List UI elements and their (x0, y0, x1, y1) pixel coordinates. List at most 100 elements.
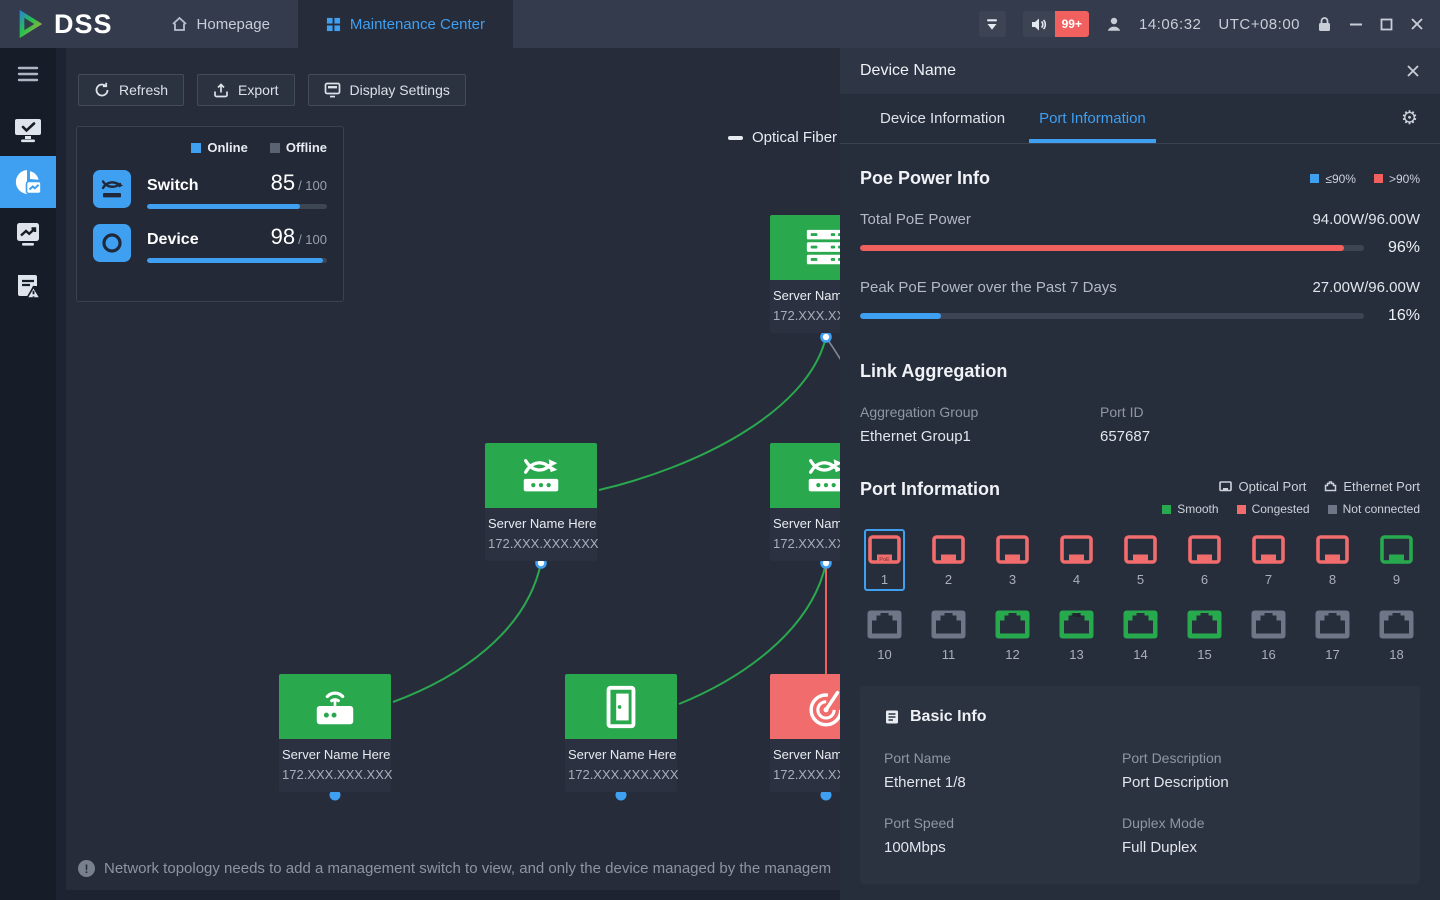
port-17[interactable]: 17 (1312, 604, 1353, 666)
poe-section-header: Poe Power Info ≤90% >90% (860, 168, 1420, 189)
speaker-icon-wrap (1023, 11, 1055, 37)
clock-timezone: UTC+08:00 (1218, 16, 1300, 33)
stat-device-total: / 100 (298, 232, 327, 247)
close-icon[interactable] (1410, 17, 1424, 31)
tab-maintenance-center-label: Maintenance Center (350, 16, 485, 33)
sidebar (0, 48, 56, 900)
device-icon (93, 224, 131, 262)
link-aggregation-fields: Aggregation Group Ethernet Group1 Port I… (860, 404, 1420, 445)
topology-node-switch[interactable]: Server Name Here172.XXX.XXX.XXX (485, 443, 597, 561)
port-16[interactable]: 16 (1248, 604, 1289, 666)
panel-toggle-button[interactable] (979, 11, 1006, 37)
online-swatch (191, 143, 201, 153)
poe-peak-bar (860, 313, 1364, 319)
topology-node-router[interactable]: Server Name Here172.XXX.XXX.XXX (279, 674, 391, 792)
port-11[interactable]: 11 (928, 604, 969, 666)
hamburger-icon (16, 65, 40, 83)
port-10[interactable]: 10 (864, 604, 905, 666)
poe-legend: ≤90% >90% (1310, 172, 1420, 186)
poe-total-label: Total PoE Power (860, 211, 971, 228)
port-8[interactable]: 8 (1312, 529, 1353, 591)
router-icon (279, 674, 391, 739)
duplex-mode-field: Duplex Mode Full Duplex (1122, 815, 1360, 856)
panel-toggle-icon (985, 18, 999, 31)
port-3[interactable]: 3 (992, 529, 1033, 591)
port-number: 1 (866, 572, 903, 587)
port-18[interactable]: 18 (1376, 604, 1417, 666)
poe-peak-percent: 16% (1364, 307, 1420, 325)
poe-peak-label: Peak PoE Power over the Past 7 Days (860, 279, 1117, 296)
minimize-icon[interactable] (1349, 17, 1363, 31)
display-settings-button[interactable]: Display Settings (308, 74, 466, 106)
port-number: 6 (1186, 572, 1223, 587)
lock-icon[interactable] (1317, 16, 1332, 32)
alarm-volume-control[interactable]: 99+ (1023, 11, 1089, 37)
poe-legend-under90: ≤90% (1310, 172, 1356, 186)
node-name: Server Name Here (488, 516, 594, 531)
tab-maintenance-center[interactable]: Maintenance Center (298, 0, 513, 48)
basic-info-row-1: Port Name Ethernet 1/8 Port Description … (884, 750, 1396, 791)
refresh-button[interactable]: Refresh (78, 74, 184, 106)
port-number: 9 (1378, 572, 1415, 587)
panel-title: Device Name (860, 62, 956, 80)
port-1-selected[interactable]: PoE 1 (864, 529, 905, 591)
switch-icon (93, 170, 131, 208)
port-13[interactable]: PoE 13 (1056, 604, 1097, 666)
port-number: 11 (930, 647, 967, 662)
sidebar-item-device-monitor[interactable] (0, 104, 56, 156)
stat-device-value: 98 (271, 224, 295, 250)
refresh-label: Refresh (119, 82, 168, 98)
panel-close-button[interactable] (1406, 64, 1420, 78)
port-9[interactable]: 9 (1376, 529, 1417, 591)
port-6[interactable]: 6 (1184, 529, 1225, 591)
port-15[interactable]: 15 (1184, 604, 1225, 666)
export-icon (213, 82, 229, 98)
svg-text:PoE: PoE (1071, 613, 1082, 619)
port-4[interactable]: 4 (1056, 529, 1097, 591)
close-icon (1406, 64, 1420, 78)
svg-text:PoE: PoE (879, 557, 890, 563)
sidebar-item-network-topology[interactable] (0, 156, 56, 208)
port-description-field: Port Description Port Description (1122, 750, 1360, 791)
chart-arrow-icon (14, 220, 42, 248)
node-name: Server Name Here (568, 747, 674, 762)
panel-body: Poe Power Info ≤90% >90% Total PoE Power… (840, 144, 1440, 900)
tab-device-information[interactable]: Device Information (880, 94, 1005, 143)
topology-node-door[interactable]: Server Name Here172.XXX.XXX.XXX (565, 674, 677, 792)
sidebar-item-statistics[interactable] (0, 208, 56, 260)
poe-peak-value: 27.00W/96.00W (1312, 279, 1420, 296)
port-row-ethernet: 10 11 12 PoE 13 14 15 16 17 18 (864, 604, 1420, 666)
device-stats-card: Online Offline Switch 85 / 100 (76, 126, 344, 302)
stat-row-device: Device 98 / 100 (93, 224, 327, 263)
port-12[interactable]: 12 (992, 604, 1033, 666)
link-aggregation-header: Link Aggregation (860, 361, 1420, 382)
port-5[interactable]: 5 (1120, 529, 1161, 591)
port-2[interactable]: 2 (928, 529, 969, 591)
port-7[interactable]: 7 (1248, 529, 1289, 591)
port-number: 13 (1058, 647, 1095, 662)
gear-icon[interactable]: ⚙ (1401, 107, 1418, 130)
topology-notice-text: Network topology needs to add a manageme… (104, 860, 831, 877)
titlebar-controls: 99+ 14:06:32 UTC+08:00 (979, 11, 1440, 37)
clock-time: 14:06:32 (1139, 16, 1201, 33)
tab-port-information[interactable]: Port Information (1039, 94, 1146, 143)
topology-toolbar: Refresh Export Display Settings (78, 74, 466, 106)
logo-text: DSS (54, 9, 113, 40)
user-icon[interactable] (1106, 16, 1122, 32)
tab-homepage[interactable]: Homepage (143, 0, 298, 48)
legend-online: Online (191, 140, 247, 155)
port-14[interactable]: 14 (1120, 604, 1161, 666)
port-number: 10 (866, 647, 903, 662)
port-number: 14 (1122, 647, 1159, 662)
maximize-icon[interactable] (1380, 18, 1393, 31)
blue-swatch (1310, 174, 1319, 183)
optical-fiber-legend: Optical Fiber (728, 129, 837, 146)
grid-icon (326, 17, 341, 32)
export-button[interactable]: Export (197, 74, 294, 106)
app-logo: DSS (0, 8, 143, 40)
link-port-dot[interactable] (822, 333, 831, 342)
basic-info-title: Basic Info (910, 708, 986, 726)
basic-info-card: Basic Info Port Name Ethernet 1/8 Port D… (860, 686, 1420, 884)
sidebar-item-logs[interactable] (0, 260, 56, 312)
menu-toggle-button[interactable] (16, 65, 40, 88)
